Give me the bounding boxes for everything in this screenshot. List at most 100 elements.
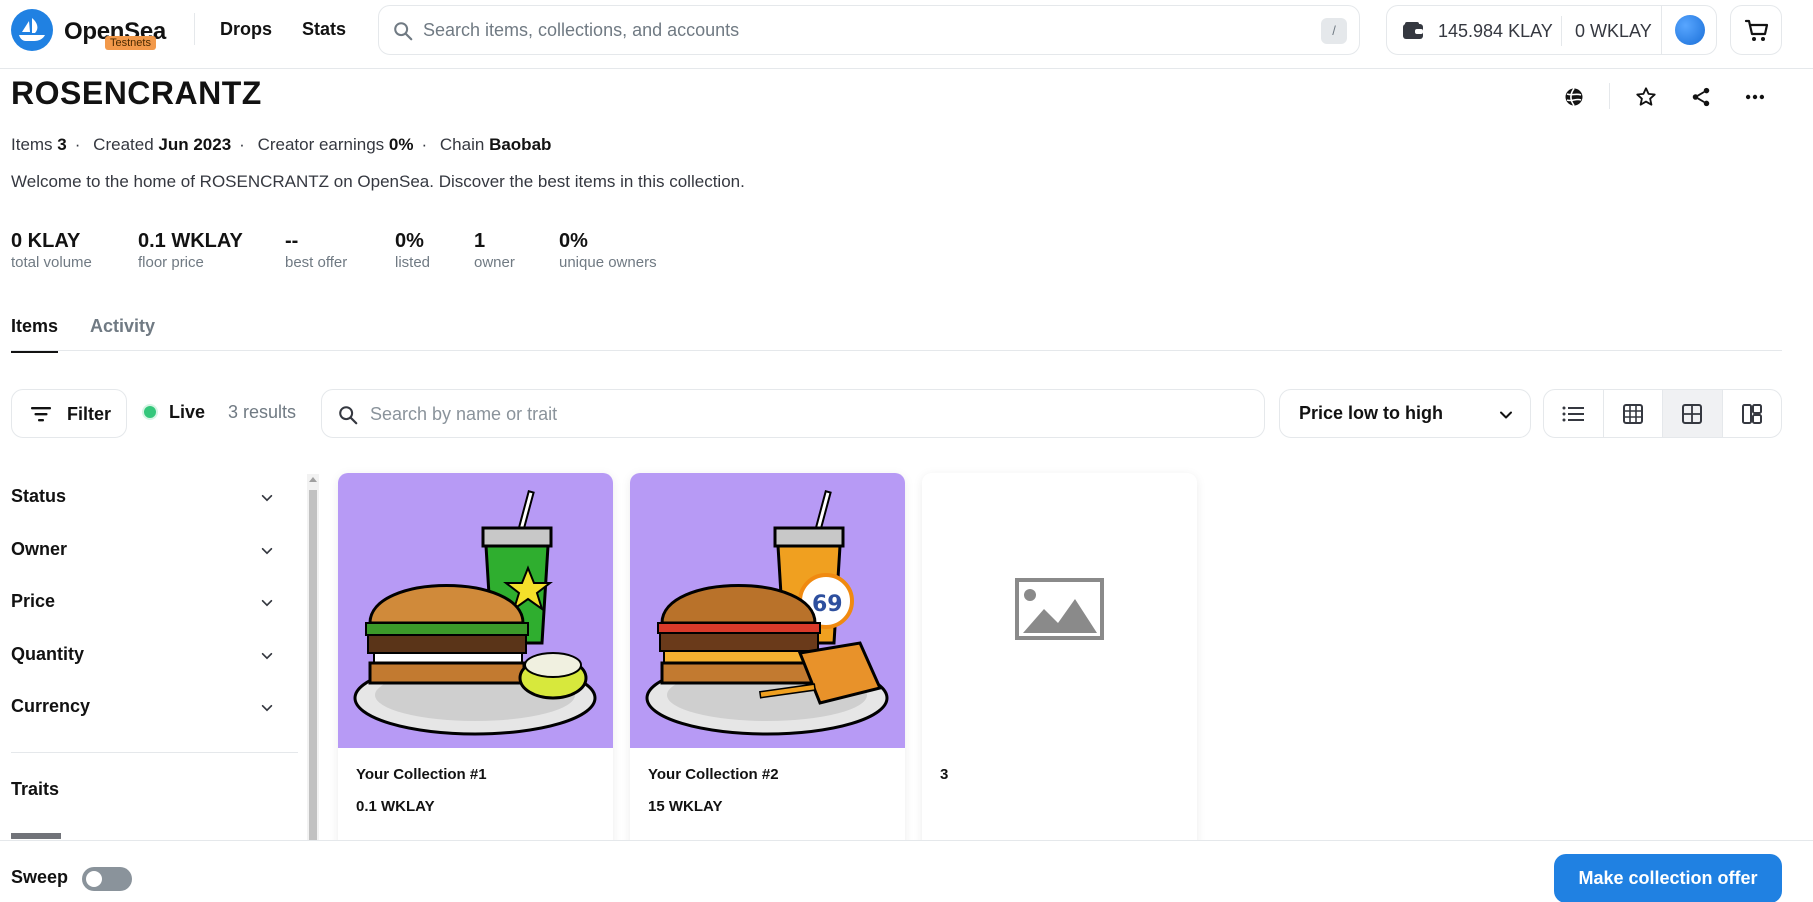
bottom-action-bar: Sweep Make collection offer <box>0 840 1813 902</box>
view-mode-switcher <box>1543 389 1782 438</box>
meta-earnings-label: Creator earnings <box>257 135 385 154</box>
wallet-balance-button[interactable]: 145.984 KLAY 0 WKLAY <box>1386 5 1717 55</box>
mosaic-grid-icon <box>1741 403 1762 424</box>
chevron-down-icon <box>261 547 273 555</box>
stat-value: 0% <box>559 230 588 252</box>
filter-section-quantity[interactable]: Quantity <box>11 635 276 675</box>
filter-section-owner[interactable]: Owner <box>11 530 276 570</box>
list-view-icon <box>1562 406 1585 421</box>
stat-floor-price: 0.1 WKLAY floor price <box>138 230 243 271</box>
filter-icon <box>31 407 51 422</box>
filter-label: Filter <box>67 404 112 424</box>
filter-section-currency[interactable]: Currency <box>11 687 276 727</box>
live-status-dot <box>142 404 158 420</box>
search-icon <box>339 406 358 425</box>
search-shortcut-key: / <box>1321 18 1347 44</box>
klay-balance: 145.984 KLAY <box>1438 21 1553 41</box>
stat-label: best offer <box>285 254 348 271</box>
meta-items-value: 3 <box>57 135 67 154</box>
tab-items[interactable]: Items <box>11 316 59 353</box>
trait-search-input[interactable] <box>370 402 1230 426</box>
chevron-down-icon <box>261 494 273 502</box>
meta-items-label: Items <box>11 135 53 154</box>
view-small-grid-button[interactable] <box>1604 390 1663 437</box>
filter-section-status[interactable]: Status <box>11 477 276 517</box>
wallet-divider <box>1661 6 1662 54</box>
sidebar-divider <box>11 752 298 753</box>
stat-label: floor price <box>138 254 204 271</box>
toggle-knob <box>86 871 102 887</box>
trait-search[interactable] <box>321 389 1265 438</box>
meta-chain-value: Baobab <box>489 135 552 154</box>
filter-section-label: Price <box>11 591 56 611</box>
cart-icon <box>1744 19 1769 41</box>
opensea-logo[interactable]: OpenSea <box>11 9 166 51</box>
item-card[interactable]: 69 Your Collection #2 15 WKLAY <box>630 473 905 853</box>
filter-button[interactable]: Filter <box>11 389 127 438</box>
traits-heading: Traits <box>11 779 60 799</box>
item-name: Your Collection #2 <box>648 766 779 783</box>
collection-title: ROSENCRANTZ <box>11 75 262 111</box>
chevron-down-icon <box>261 652 273 660</box>
view-mosaic-button[interactable] <box>1723 390 1782 437</box>
nav-divider <box>194 13 195 45</box>
filter-section-label: Owner <box>11 539 68 559</box>
tab-activity[interactable]: Activity <box>90 316 155 337</box>
global-search-input[interactable] <box>423 18 1273 42</box>
stat-listed: 0% listed <box>395 230 430 271</box>
item-image-burger-orange-drink: 69 <box>630 473 905 748</box>
make-collection-offer-button[interactable]: Make collection offer <box>1554 854 1782 902</box>
search-icon <box>394 22 413 41</box>
small-grid-icon <box>1622 403 1643 424</box>
global-search[interactable]: / <box>378 5 1360 55</box>
stat-total-volume: 0 KLAY total volume <box>11 230 92 271</box>
share-icon <box>1692 87 1710 107</box>
globe-icon <box>1565 88 1583 106</box>
scrollbar-thumb[interactable] <box>309 490 317 840</box>
view-large-grid-button[interactable] <box>1663 390 1723 437</box>
profile-avatar[interactable] <box>1675 15 1705 45</box>
scroll-up-arrow-icon[interactable] <box>309 477 317 482</box>
item-card[interactable]: Your Collection #1 0.1 WKLAY <box>338 473 613 853</box>
sweep-toggle[interactable] <box>82 867 132 891</box>
top-navbar: OpenSea Testnets Drops Stats / 145.984 K… <box>0 0 1813 69</box>
stat-label: unique owners <box>559 254 657 271</box>
wallet-icon <box>1403 22 1423 39</box>
sidebar-scrollbar[interactable] <box>307 474 319 840</box>
item-image-placeholder <box>922 473 1197 748</box>
stat-value: 1 <box>474 230 486 252</box>
filter-section-price[interactable]: Price <box>11 582 276 622</box>
chevron-down-icon <box>1500 411 1512 419</box>
more-options-button[interactable] <box>1738 80 1772 114</box>
testnets-badge: Testnets <box>105 36 156 50</box>
large-grid-icon <box>1682 403 1703 424</box>
item-price: 0.1 WKLAY <box>356 798 435 815</box>
live-label: Live <box>169 402 206 422</box>
collection-description: Welcome to the home of ROSENCRANTZ on Op… <box>11 172 745 191</box>
tabs-divider <box>11 350 1782 351</box>
favorite-button[interactable] <box>1629 80 1663 114</box>
meta-earnings-value: 0% <box>388 135 414 154</box>
results-count: 3 results <box>228 402 297 422</box>
stat-value: 0% <box>395 230 424 252</box>
item-card[interactable]: 3 <box>922 473 1197 853</box>
svg-text:69: 69 <box>812 592 843 617</box>
sort-dropdown[interactable]: Price low to high <box>1279 389 1531 438</box>
stat-best-offer: -- best offer <box>285 230 347 271</box>
stat-owner: 1 owner <box>474 230 515 271</box>
star-icon <box>1636 87 1656 106</box>
nav-link-stats[interactable]: Stats <box>302 19 346 40</box>
website-button[interactable] <box>1557 80 1591 114</box>
filter-section-label: Currency <box>11 696 91 716</box>
stat-label: listed <box>395 254 431 271</box>
item-name: 3 <box>940 766 949 783</box>
chevron-down-icon <box>261 704 273 712</box>
actions-divider <box>1609 83 1610 109</box>
stat-label: owner <box>474 254 515 271</box>
view-list-button[interactable] <box>1544 390 1604 437</box>
cart-button[interactable] <box>1730 5 1782 55</box>
share-button[interactable] <box>1684 80 1718 114</box>
stat-label: total volume <box>11 254 92 271</box>
nav-link-drops[interactable]: Drops <box>220 19 272 40</box>
filter-section-label: Status <box>11 486 67 506</box>
